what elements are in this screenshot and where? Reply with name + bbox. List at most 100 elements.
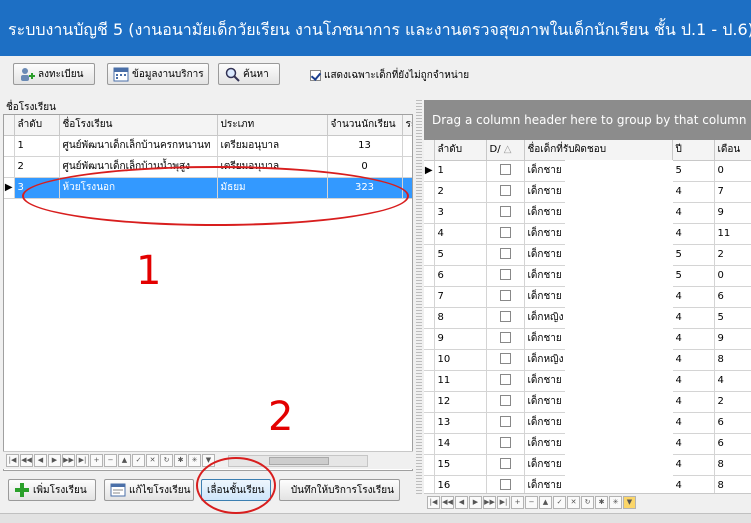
asterisk-alt-icon[interactable]: ✳ — [188, 454, 201, 467]
discharge-checkbox[interactable] — [499, 247, 511, 259]
cell-discharge-checkbox[interactable] — [486, 391, 525, 413]
cell-discharge-checkbox[interactable] — [486, 307, 525, 329]
first-record-icon[interactable]: |◀ — [427, 496, 440, 509]
magnifier-icon — [224, 66, 240, 82]
cell-discharge-checkbox[interactable] — [486, 160, 525, 182]
cell-discharge-checkbox[interactable] — [486, 328, 525, 350]
cancel-icon[interactable]: ✕ — [567, 496, 580, 509]
confirm-icon[interactable]: ✓ — [132, 454, 145, 467]
next-page-icon[interactable]: ▶▶ — [483, 496, 496, 509]
col-header-no[interactable]: ลำดับ — [14, 115, 60, 136]
prev-page-icon[interactable]: ◀◀ — [441, 496, 454, 509]
record-service-button[interactable]: บันทึกให้บริการโรงเรียน — [279, 479, 400, 501]
add-school-label: เพิ่มโรงเรียน — [33, 484, 87, 496]
prev-record-icon[interactable]: ◀ — [34, 454, 47, 467]
cell-year: 4 — [672, 223, 715, 245]
plus-icon — [14, 482, 30, 498]
cell-discharge-checkbox[interactable] — [486, 223, 525, 245]
edit-school-label: แก้ไขโรงเรียน — [129, 484, 191, 496]
discharge-checkbox[interactable] — [499, 163, 511, 175]
discharge-checkbox[interactable] — [499, 289, 511, 301]
discharge-checkbox[interactable] — [499, 226, 511, 238]
add-record-icon[interactable]: + — [511, 496, 524, 509]
col-header-school-name[interactable]: ชื่อโรงเรียน — [59, 115, 218, 136]
col-header-type[interactable]: ประเภท — [217, 115, 328, 136]
discharge-checkbox[interactable] — [499, 373, 511, 385]
last-record-icon[interactable]: ▶| — [497, 496, 510, 509]
discharge-checkbox[interactable] — [499, 394, 511, 406]
scrollbar-thumb[interactable] — [269, 456, 329, 465]
cell-discharge-checkbox[interactable] — [486, 181, 525, 203]
edit-school-button[interactable]: แก้ไขโรงเรียน — [104, 479, 194, 501]
cell-no: 11 — [434, 370, 487, 392]
discharge-checkbox[interactable] — [499, 436, 511, 448]
panel-splitter[interactable] — [416, 100, 422, 495]
col-header-no[interactable]: ลำดับ — [434, 140, 487, 161]
cell-month: 6 — [714, 286, 751, 308]
col-header-student-count[interactable]: จำนวนนักเรียน — [327, 115, 403, 136]
cell-discharge-checkbox[interactable] — [486, 349, 525, 371]
discharge-checkbox[interactable] — [499, 457, 511, 469]
delete-record-icon[interactable]: − — [525, 496, 538, 509]
asterisk-alt-icon[interactable]: ✳ — [609, 496, 622, 509]
cell-student-count: 13 — [327, 135, 403, 157]
add-record-icon[interactable]: + — [90, 454, 103, 467]
cell-month: 4 — [714, 370, 751, 392]
next-page-icon[interactable]: ▶▶ — [62, 454, 75, 467]
discharge-checkbox[interactable] — [499, 310, 511, 322]
discharge-checkbox[interactable] — [499, 184, 511, 196]
asterisk-icon[interactable]: ✱ — [595, 496, 608, 509]
cell-year: 4 — [672, 475, 715, 493]
col-header-year[interactable]: ปี — [672, 140, 715, 161]
col-header-discharge[interactable]: D/ △ — [486, 140, 525, 161]
discharge-checkbox[interactable] — [499, 331, 511, 343]
cell-month: 2 — [714, 244, 751, 266]
next-record-icon[interactable]: ▶ — [48, 454, 61, 467]
filter-icon[interactable]: ▼ — [623, 496, 636, 509]
row-indicator — [424, 244, 435, 266]
table-row[interactable]: 1 ศูนย์พัฒนาเด็กเล็กบ้านครกหนานท เตรียมอ… — [4, 135, 412, 157]
delete-record-icon[interactable]: − — [104, 454, 117, 467]
prev-record-icon[interactable]: ◀ — [455, 496, 468, 509]
annotation-ellipse-2 — [196, 457, 276, 514]
cell-discharge-checkbox[interactable] — [486, 412, 525, 434]
cell-no: 5 — [434, 244, 487, 266]
show-unsold-filter[interactable]: แสดงเฉพาะเด็กที่ยังไม่ถูกจำหน่าย — [310, 68, 469, 83]
col-header-extra[interactable]: ระ — [402, 115, 412, 136]
add-school-button[interactable]: เพิ่มโรงเรียน — [8, 479, 96, 501]
asterisk-icon[interactable]: ✱ — [174, 454, 187, 467]
prev-page-icon[interactable]: ◀◀ — [20, 454, 33, 467]
cell-discharge-checkbox[interactable] — [486, 265, 525, 287]
cell-discharge-checkbox[interactable] — [486, 202, 525, 224]
last-record-icon[interactable]: ▶| — [76, 454, 89, 467]
first-record-icon[interactable]: |◀ — [6, 454, 19, 467]
discharge-checkbox[interactable] — [499, 478, 511, 490]
cell-discharge-checkbox[interactable] — [486, 475, 525, 493]
search-button[interactable]: ค้นหา — [218, 63, 280, 85]
move-up-icon[interactable]: ▲ — [118, 454, 131, 467]
refresh-icon[interactable]: ↻ — [581, 496, 594, 509]
discharge-checkbox[interactable] — [499, 268, 511, 280]
show-unsold-checkbox[interactable] — [310, 70, 321, 81]
cell-discharge-checkbox[interactable] — [486, 244, 525, 266]
discharge-checkbox[interactable] — [499, 415, 511, 427]
discharge-checkbox[interactable] — [499, 352, 511, 364]
confirm-icon[interactable]: ✓ — [553, 496, 566, 509]
cell-type: เตรียมอนุบาล — [217, 135, 328, 157]
service-info-button[interactable]: ข้อมูลงานบริการ — [107, 63, 209, 85]
col-header-month[interactable]: เดือน — [714, 140, 751, 161]
cell-discharge-checkbox[interactable] — [486, 454, 525, 476]
cell-discharge-checkbox[interactable] — [486, 433, 525, 455]
col-header-child-name[interactable]: ชื่อเด็กที่รับผิดชอบ — [524, 140, 673, 161]
redacted-names-area — [565, 160, 673, 493]
row-indicator — [424, 412, 435, 434]
cancel-icon[interactable]: ✕ — [146, 454, 159, 467]
cell-discharge-checkbox[interactable] — [486, 286, 525, 308]
refresh-icon[interactable]: ↻ — [160, 454, 173, 467]
cell-discharge-checkbox[interactable] — [486, 370, 525, 392]
register-button[interactable]: ลงทะเบียน — [13, 63, 95, 85]
group-by-area[interactable]: Drag a column header here to group by th… — [424, 100, 751, 140]
discharge-checkbox[interactable] — [499, 205, 511, 217]
next-record-icon[interactable]: ▶ — [469, 496, 482, 509]
move-up-icon[interactable]: ▲ — [539, 496, 552, 509]
